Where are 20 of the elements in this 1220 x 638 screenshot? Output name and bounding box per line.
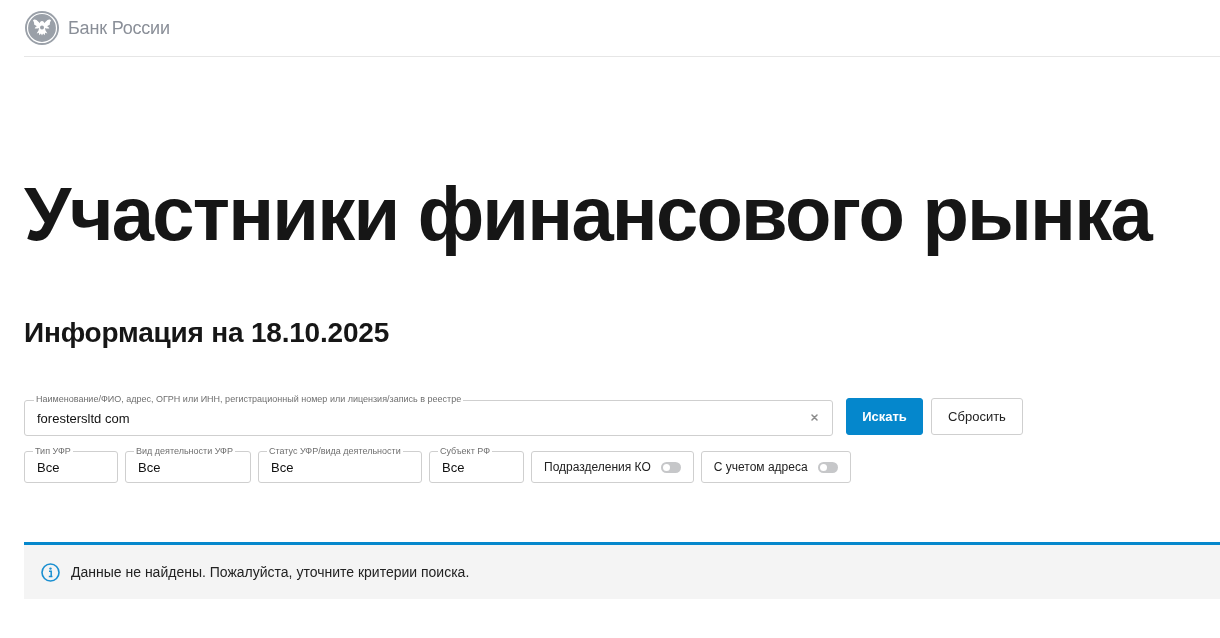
toggle-option[interactable]: Подразделения КО	[531, 451, 694, 483]
eagle-emblem-icon	[24, 10, 60, 46]
toggle-option[interactable]: С учетом адреса	[700, 451, 851, 483]
toggle-label: Подразделения КО	[544, 460, 651, 474]
alert-message: Данные не найдены. Пожалуйста, уточните критерии поиска.	[71, 564, 470, 580]
field-label: Статус УФР/вида деятельности	[267, 446, 403, 456]
search-button[interactable]: Искать	[846, 398, 923, 435]
field-label: Наименование/ФИО, адрес, ОГРН или ИНН, регистрационный номер или лицензия/запись в реестре	[34, 394, 464, 404]
field-label: Вид деятельности УФР	[134, 446, 235, 456]
clear-icon[interactable]	[811, 414, 818, 421]
field-label: Тип УФР	[33, 446, 73, 456]
info-icon	[41, 562, 60, 582]
toggle-switch[interactable]	[660, 461, 681, 473]
reset-button[interactable]: Сбросить	[931, 398, 1023, 435]
page-title: Участники финансового рынка	[24, 170, 1151, 258]
info-date-heading: Информация на 18.10.2025	[24, 316, 390, 350]
toggle-label: С учетом адреса	[713, 460, 808, 474]
brand-name: Банк России	[68, 17, 170, 39]
toggle-switch[interactable]	[817, 461, 838, 473]
field-label: Субъект РФ	[438, 446, 492, 456]
